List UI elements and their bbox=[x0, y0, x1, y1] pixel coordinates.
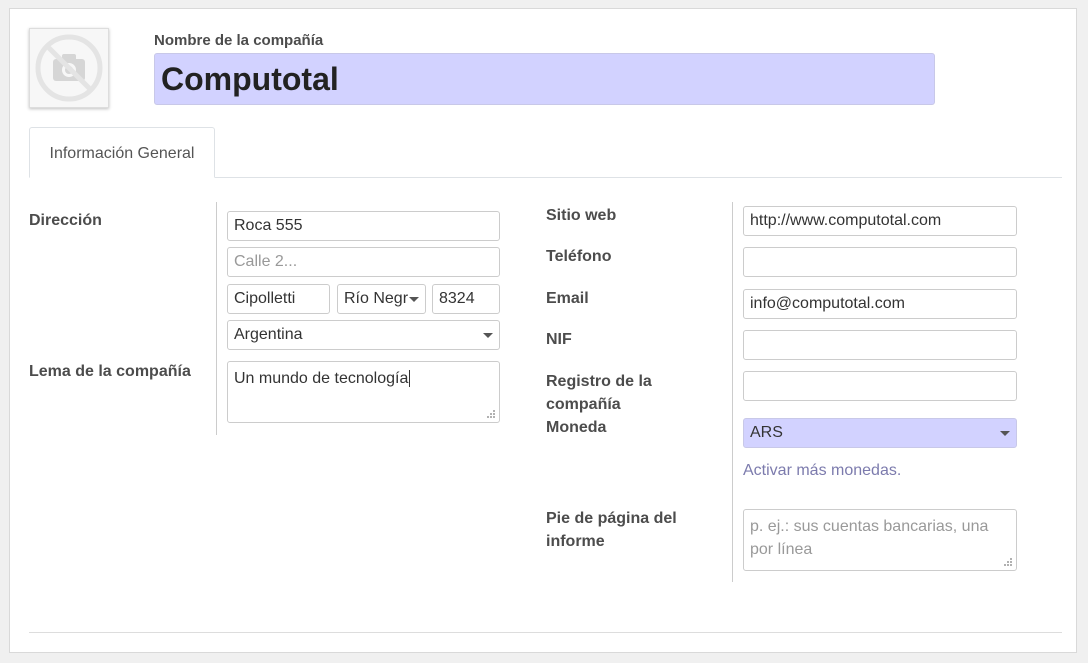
vat-label: NIF bbox=[546, 331, 572, 348]
state-select[interactable]: Río Negr bbox=[337, 284, 426, 314]
company-registry-label-line1: Registro de la bbox=[546, 373, 652, 390]
street-input[interactable]: Roca 555 bbox=[227, 211, 500, 241]
company-registry-label-line2: compañía bbox=[546, 396, 621, 413]
city-input[interactable]: Cipolletti bbox=[227, 284, 330, 314]
right-column-separator bbox=[732, 202, 733, 582]
report-footer-textarea[interactable]: p. ej.: sus cuentas bancarias, una por l… bbox=[743, 509, 1017, 571]
state-value: Río Negr bbox=[344, 290, 409, 307]
bottom-divider bbox=[29, 632, 1062, 633]
company-registry-label: Registro de la compañía bbox=[546, 370, 652, 416]
text-cursor bbox=[409, 370, 411, 387]
currency-label: Moneda bbox=[546, 419, 607, 436]
phone-input[interactable] bbox=[743, 247, 1017, 277]
report-footer-label-line2: informe bbox=[546, 533, 605, 550]
phone-label: Teléfono bbox=[546, 248, 612, 265]
website-label: Sitio web bbox=[546, 207, 617, 224]
country-value: Argentina bbox=[234, 326, 303, 343]
report-footer-label: Pie de página del informe bbox=[546, 507, 677, 553]
email-input[interactable]: info@computotal.com bbox=[743, 289, 1017, 319]
currency-value: ARS bbox=[750, 424, 783, 441]
country-select[interactable]: Argentina bbox=[227, 320, 500, 350]
motto-label: Lema de la compañía bbox=[29, 363, 191, 380]
resize-grip-icon[interactable] bbox=[486, 409, 496, 419]
company-logo[interactable] bbox=[29, 28, 109, 108]
motto-textarea[interactable]: Un mundo de tecnología bbox=[227, 361, 500, 423]
company-registry-input[interactable] bbox=[743, 371, 1017, 401]
chevron-down-icon bbox=[483, 333, 493, 338]
report-footer-placeholder: p. ej.: sus cuentas bancarias, una por l… bbox=[750, 518, 989, 558]
tab-general-info[interactable]: Información General bbox=[29, 127, 215, 178]
currency-select[interactable]: ARS bbox=[743, 418, 1017, 448]
motto-value: Un mundo de tecnología bbox=[234, 370, 409, 387]
report-footer-label-line1: Pie de página del bbox=[546, 510, 677, 527]
chevron-down-icon bbox=[409, 297, 419, 302]
zip-input[interactable]: 8324 bbox=[432, 284, 500, 314]
company-name-label: Nombre de la compañía bbox=[154, 32, 324, 49]
resize-grip-icon[interactable] bbox=[1003, 557, 1013, 567]
left-column-separator bbox=[216, 202, 217, 435]
chevron-down-icon bbox=[1000, 431, 1010, 436]
vat-input[interactable] bbox=[743, 330, 1017, 360]
address-label: Dirección bbox=[29, 212, 102, 229]
company-name-input[interactable]: Computotal bbox=[154, 53, 935, 105]
company-form-sheet: Nombre de la compañía Computotal Informa… bbox=[9, 8, 1077, 653]
activate-currencies-link[interactable]: Activar más monedas. bbox=[743, 462, 901, 480]
email-label: Email bbox=[546, 290, 589, 307]
street2-input[interactable]: Calle 2... bbox=[227, 247, 500, 277]
no-camera-icon bbox=[35, 34, 103, 102]
website-input[interactable]: http://www.computotal.com bbox=[743, 206, 1017, 236]
